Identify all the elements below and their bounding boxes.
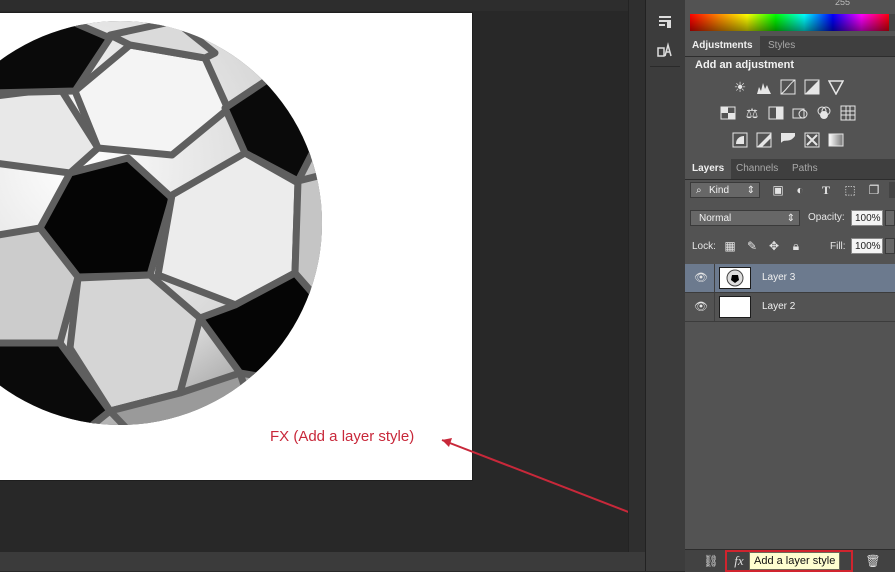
exposure-icon[interactable] [804, 79, 820, 95]
document-top-strip [0, 0, 628, 11]
layer-row-layer-2[interactable]: 👁︎ Layer 2 [685, 293, 895, 322]
hue-saturation-icon[interactable] [720, 105, 736, 121]
threshold-icon[interactable] [780, 132, 796, 148]
lock-all-icon[interactable]: 🔒︎ [789, 239, 803, 253]
lock-position-icon[interactable]: ✥ [767, 239, 781, 253]
document-horizontal-scrollbar[interactable] [0, 552, 645, 571]
filter-kind-label: Kind [709, 185, 730, 196]
document-workspace: FX (Add a layer style) [0, 0, 628, 552]
add-layer-style-button[interactable]: fx [731, 554, 747, 568]
levels-icon[interactable] [756, 79, 772, 95]
lock-image-pixels-icon[interactable]: ✎ [745, 239, 759, 253]
paragraph-tool-icon[interactable] [654, 12, 676, 32]
selective-color-icon[interactable] [804, 132, 820, 148]
invert-icon[interactable] [732, 132, 748, 148]
photo-filter-icon[interactable] [792, 105, 808, 121]
add-adjustment-title: Add an adjustment [695, 59, 795, 71]
select-arrows-icon: ⇕ [746, 185, 755, 196]
layer-thumbnail-soccer-ball [719, 267, 751, 289]
opacity-dropdown-button[interactable] [885, 210, 895, 226]
curves-icon[interactable] [780, 79, 796, 95]
layer-filter-kind-select[interactable]: ⌕ Kind ⇕ [690, 182, 760, 198]
document-canvas[interactable] [0, 13, 472, 480]
layer-row-layer-3[interactable]: 👁︎ Layer 3 [685, 264, 895, 293]
color-lookup-icon[interactable] [840, 105, 856, 121]
posterize-icon[interactable] [756, 132, 772, 148]
brightness-icon[interactable]: ☀ [732, 79, 748, 95]
color-spectrum-bar[interactable] [690, 14, 890, 31]
soccer-ball-image [0, 21, 322, 425]
right-panels: 255 Adjustments Styles Add an adjustment… [685, 0, 895, 572]
lock-label: Lock: [692, 241, 716, 252]
layer-name: Layer 2 [762, 301, 796, 312]
vibrance-icon[interactable] [827, 79, 845, 96]
layer-name: Layer 3 [762, 272, 796, 283]
toolstrip-separator [650, 66, 680, 67]
opacity-label: Opacity: [808, 212, 845, 223]
select-arrows-icon: ⇕ [786, 213, 795, 224]
layers-bottom-bar: ⛓︎ fx Add a layer style 🗑︎ [685, 549, 895, 572]
filter-adjustment-icon[interactable]: ◐ [793, 183, 807, 197]
color-value: 255 [835, 0, 851, 7]
link-layers-icon[interactable]: ⛓︎ [703, 554, 719, 568]
blend-mode-select[interactable]: Normal ⇕ [690, 210, 800, 226]
color-panel-scrollbar[interactable] [889, 14, 895, 31]
gradient-map-icon[interactable] [828, 132, 844, 148]
filter-shape-icon[interactable]: ⬚ [843, 183, 857, 197]
adjustments-tab-bar: Adjustments Styles [685, 36, 895, 57]
layers-filter-scroll[interactable] [889, 182, 895, 198]
tab-channels[interactable]: Channels [729, 159, 785, 179]
filter-smart-object-icon[interactable]: ❐ [867, 183, 881, 197]
fill-label: Fill: [830, 241, 846, 252]
layer-thumbnail-white [719, 296, 751, 318]
filter-pixel-icon[interactable]: ▣ [771, 183, 785, 197]
document-vertical-scrollbar[interactable] [628, 0, 646, 552]
blend-mode-value: Normal [699, 213, 732, 224]
lock-transparent-pixels-icon[interactable]: ▦ [723, 239, 737, 253]
channel-mixer-icon[interactable] [816, 105, 832, 121]
fill-dropdown-button[interactable] [885, 238, 895, 254]
visibility-eye-icon[interactable]: 👁︎ [694, 301, 708, 313]
visibility-eye-icon[interactable]: 👁︎ [694, 272, 708, 284]
add-layer-style-tooltip: Add a layer style [749, 552, 841, 570]
character-tool-icon[interactable] [654, 40, 676, 60]
collapsed-panel-strip [645, 0, 686, 571]
row-separator [714, 264, 715, 292]
tab-layers[interactable]: Layers [685, 159, 732, 179]
color-balance-icon[interactable]: ⚖ [744, 105, 760, 121]
layers-tab-bar: Layers Channels Paths [685, 159, 895, 180]
opacity-input[interactable]: 100% [851, 210, 883, 226]
tab-styles[interactable]: Styles [761, 36, 802, 56]
tab-paths[interactable]: Paths [785, 159, 825, 179]
search-icon: ⌕ [696, 185, 702, 196]
delete-layer-icon[interactable]: 🗑︎ [865, 554, 881, 568]
black-white-icon[interactable] [768, 105, 784, 121]
tab-adjustments[interactable]: Adjustments [685, 36, 760, 56]
annotation-label: FX (Add a layer style) [270, 428, 415, 445]
fill-input[interactable]: 100% [851, 238, 883, 254]
filter-type-icon[interactable]: T [819, 183, 833, 197]
row-separator [714, 293, 715, 321]
